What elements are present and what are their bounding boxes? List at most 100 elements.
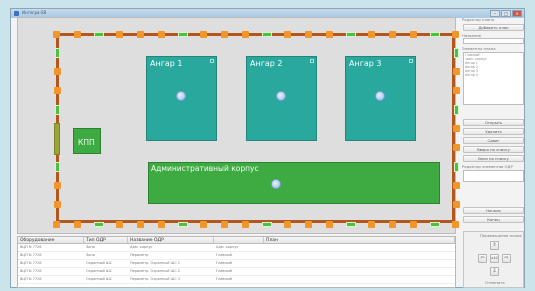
- maximize-icon[interactable]: □: [501, 10, 511, 17]
- arrow-up-icon[interactable]: ⇧: [490, 241, 499, 250]
- fence-post[interactable]: [137, 221, 144, 228]
- plan-canvas[interactable]: Ангар 1 Ангар 2 Ангар 3 Административный…: [17, 17, 460, 234]
- gate-marker[interactable]: [454, 162, 459, 172]
- elements-list[interactable]: Главный здан. корпус Ангар 1 Ангар 2 Анг…: [463, 52, 524, 105]
- table-row[interactable]: ВЦП N 7726 Охранный ШС Периметр. Охранны…: [18, 260, 455, 268]
- fence-post[interactable]: [54, 68, 61, 75]
- move-up-button[interactable]: Вверх по списку: [463, 146, 524, 153]
- hangar-3[interactable]: Ангар 3: [345, 56, 416, 141]
- column-header[interactable]: Оборудование: [18, 237, 84, 243]
- fence-post[interactable]: [116, 221, 123, 228]
- fence-post[interactable]: [453, 87, 460, 94]
- arrow-down-icon[interactable]: ⇩: [490, 267, 499, 276]
- table-row[interactable]: ВЦП N 7726 Охранный ШС Периметр. Охранны…: [18, 276, 455, 284]
- fence-post[interactable]: [452, 31, 459, 38]
- fence-post[interactable]: [221, 31, 228, 38]
- gate-marker[interactable]: [262, 32, 272, 37]
- gate-marker[interactable]: [262, 222, 272, 227]
- sensor-icon[interactable]: [176, 91, 186, 101]
- zoom-center-button[interactable]: x10: [490, 254, 499, 263]
- table-row[interactable]: ВЦП N 7726 Охранный ШС Периметр. Охранны…: [18, 268, 455, 276]
- fence-post[interactable]: [453, 182, 460, 189]
- fence-post[interactable]: [305, 221, 312, 228]
- fence-post[interactable]: [242, 31, 249, 38]
- hangar-2[interactable]: Ангар 2: [246, 56, 317, 141]
- fence-post[interactable]: [453, 68, 460, 75]
- gate-marker[interactable]: [178, 222, 188, 227]
- fence-post[interactable]: [221, 221, 228, 228]
- checkpoint-kpp[interactable]: КПП: [73, 128, 101, 154]
- fence-post[interactable]: [158, 31, 165, 38]
- sensor-icon[interactable]: [276, 91, 286, 101]
- gate-marker[interactable]: [94, 222, 104, 227]
- fence-post[interactable]: [368, 221, 375, 228]
- fence-post[interactable]: [326, 31, 333, 38]
- fence-post[interactable]: [54, 182, 61, 189]
- column-header[interactable]: План: [264, 237, 455, 243]
- fence-post[interactable]: [53, 221, 60, 228]
- editor-input[interactable]: [463, 170, 524, 182]
- gate-marker[interactable]: [55, 105, 60, 115]
- gate-marker[interactable]: [454, 48, 459, 58]
- fence-post[interactable]: [368, 31, 375, 38]
- gate-marker[interactable]: [346, 222, 356, 227]
- fence-post[interactable]: [284, 221, 291, 228]
- add-plan-button[interactable]: Добавить план: [463, 24, 524, 31]
- shift-button[interactable]: Сдвиг: [463, 137, 524, 144]
- gate-marker[interactable]: [55, 48, 60, 58]
- fence-post[interactable]: [410, 31, 417, 38]
- gate-marker[interactable]: [346, 32, 356, 37]
- sensor-icon[interactable]: [375, 91, 385, 101]
- gate-marker[interactable]: [94, 32, 104, 37]
- gate-marker[interactable]: [178, 32, 188, 37]
- sensor-icon[interactable]: [271, 179, 281, 189]
- fence-post[interactable]: [389, 221, 396, 228]
- gate-marker[interactable]: [430, 32, 440, 37]
- fence-post[interactable]: [453, 125, 460, 132]
- fence-post[interactable]: [410, 221, 417, 228]
- cancel-move-label[interactable]: Отменить: [485, 280, 505, 285]
- table-row[interactable]: ВЦП N 7726 Зона Периметр Главный: [18, 252, 455, 260]
- name-input[interactable]: [463, 38, 524, 44]
- admin-building[interactable]: Административный корпус: [148, 162, 440, 204]
- move-down-button[interactable]: Вниз по списку: [463, 155, 524, 162]
- close-icon[interactable]: ×: [512, 10, 522, 17]
- table-row[interactable]: ВЦП N 7726 Зона Адм. корпус Адм. корпус: [18, 244, 455, 252]
- gate-marker[interactable]: [430, 222, 440, 227]
- column-header[interactable]: [214, 237, 264, 243]
- fence-post[interactable]: [389, 31, 396, 38]
- fence-post[interactable]: [452, 221, 459, 228]
- list-item[interactable]: Ангар 4: [464, 73, 523, 77]
- gate-marker[interactable]: [55, 162, 60, 172]
- fence-post[interactable]: [54, 87, 61, 94]
- odr-table[interactable]: Оборудование Тип ОДР Название ОДР План В…: [17, 236, 456, 288]
- fence-post[interactable]: [453, 201, 460, 208]
- fence-post[interactable]: [137, 31, 144, 38]
- fence-post[interactable]: [74, 221, 81, 228]
- fence-post[interactable]: [158, 221, 165, 228]
- delete-button[interactable]: Удалить: [463, 128, 524, 135]
- fence-post[interactable]: [74, 31, 81, 38]
- arrow-left-icon[interactable]: ⇦: [478, 254, 487, 263]
- minimize-icon[interactable]: –: [490, 10, 500, 17]
- column-header[interactable]: Название ОДР: [128, 237, 214, 243]
- start-button[interactable]: Начало: [463, 207, 524, 214]
- gate-marker[interactable]: [454, 105, 459, 115]
- fence-post[interactable]: [453, 144, 460, 151]
- table-cell: ВЦП N 7726: [20, 261, 42, 265]
- column-header[interactable]: Тип ОДР: [84, 237, 128, 243]
- arrow-right-icon[interactable]: ⇨: [502, 254, 511, 263]
- fence-post[interactable]: [54, 201, 61, 208]
- end-button[interactable]: Конец: [463, 216, 524, 223]
- perimeter-gate[interactable]: [54, 123, 60, 155]
- fence-post[interactable]: [200, 31, 207, 38]
- fence-post[interactable]: [305, 31, 312, 38]
- fence-post[interactable]: [53, 31, 60, 38]
- fence-post[interactable]: [242, 221, 249, 228]
- fence-post[interactable]: [326, 221, 333, 228]
- fence-post[interactable]: [284, 31, 291, 38]
- fence-post[interactable]: [116, 31, 123, 38]
- open-button[interactable]: Открыть: [463, 119, 524, 126]
- fence-post[interactable]: [200, 221, 207, 228]
- hangar-1[interactable]: Ангар 1: [146, 56, 217, 141]
